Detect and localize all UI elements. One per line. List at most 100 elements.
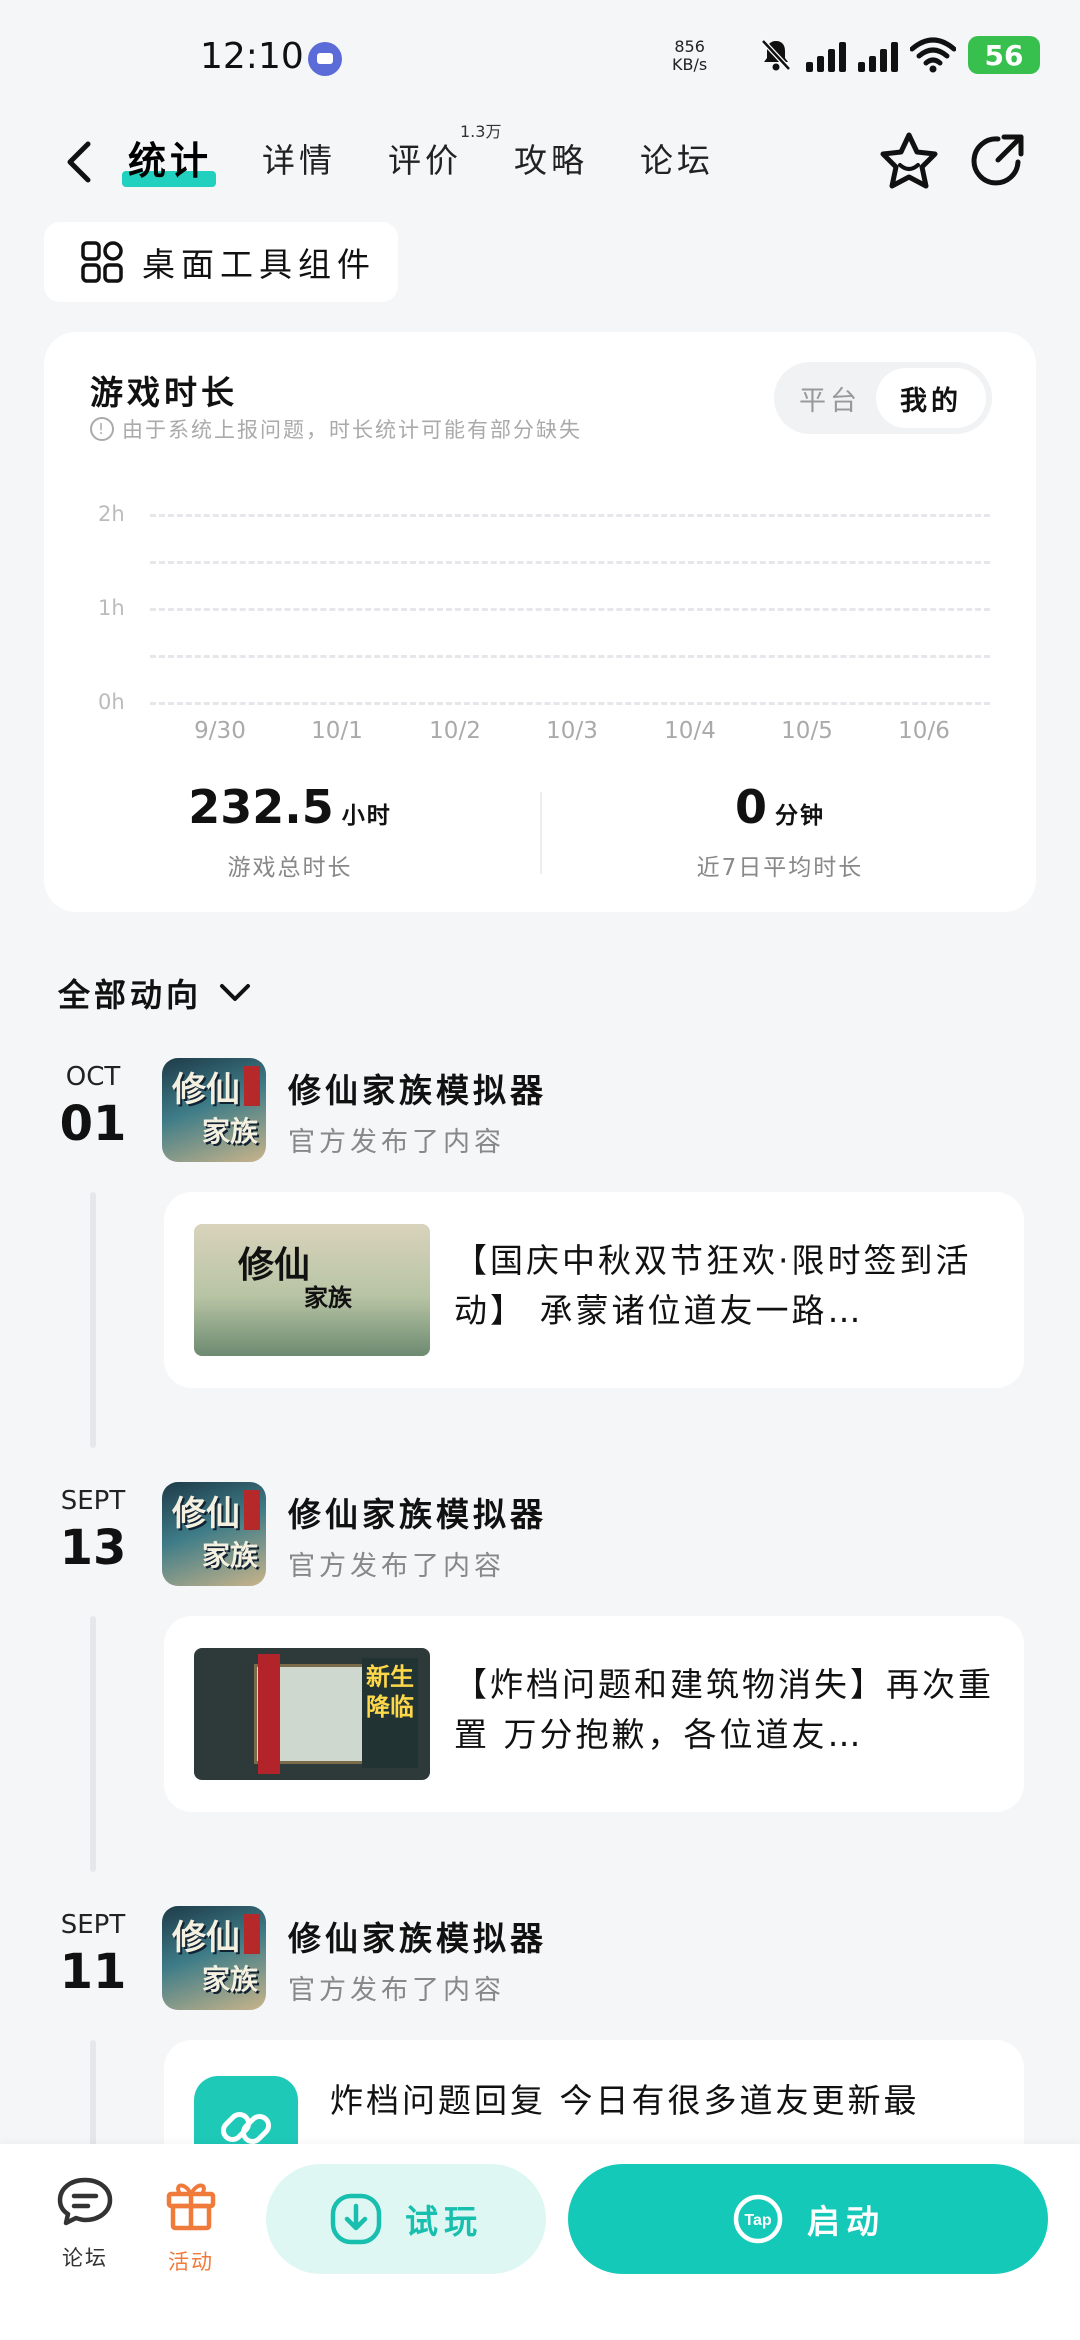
status-time: 12:10: [200, 36, 304, 77]
activity-label: 活动: [168, 2250, 214, 2274]
avg-play-time: 0 分钟 近7日平均时长: [620, 780, 940, 882]
game-avatar-subtitle: 家族: [202, 1963, 259, 1996]
tab-stats[interactable]: 统计: [121, 130, 217, 187]
forum-chat-icon: [57, 2177, 113, 2226]
thumbnail-subtitle: 家族: [304, 1283, 352, 1312]
total-play-time-label: 游戏总时长: [227, 855, 353, 881]
status-bar: 12:10 856 KB/s 56: [0, 0, 1080, 120]
x-axis-label: 10/3: [546, 718, 598, 744]
game-avatar-subtitle: 家族: [202, 1539, 259, 1572]
timeline-line: [90, 1192, 96, 1448]
launch-button[interactable]: Tap 启动: [568, 2164, 1048, 2274]
avg-play-time-unit: 分钟: [775, 803, 825, 829]
post-card[interactable]: 修仙 家族 【国庆中秋双节狂欢·限时签到活动】 承蒙诸位道友一路…: [164, 1192, 1024, 1388]
x-axis-label: 10/2: [429, 718, 481, 744]
forum-button[interactable]: 论坛: [40, 2176, 130, 2272]
x-axis-label: 9/30: [194, 718, 246, 744]
game-avatar-title: 修仙: [172, 1918, 240, 1958]
app-notification-icon: [308, 42, 342, 76]
game-avatar[interactable]: 修仙 家族: [162, 1058, 266, 1162]
gridline: [150, 608, 990, 611]
entry-month: OCT: [65, 1062, 121, 1092]
entry-month: SEPT: [60, 1486, 126, 1516]
net-speed-unit: KB/s: [672, 55, 708, 74]
total-play-time-unit: 小时: [341, 803, 392, 829]
x-axis-label: 10/1: [311, 718, 363, 744]
x-axis-label: 10/4: [664, 718, 716, 744]
entry-action: 官方发布了内容: [288, 1975, 505, 2006]
gridline: [150, 655, 990, 658]
y-axis-label-1h: 1h: [98, 596, 125, 620]
tap-logo-icon: Tap: [733, 2194, 783, 2244]
wifi-icon: [910, 37, 956, 73]
play-time-title: 游戏时长: [90, 373, 238, 412]
x-axis-label: 10/6: [898, 718, 950, 744]
feed-title: 全部动向: [58, 976, 203, 1014]
try-play-label: 试玩: [405, 2202, 483, 2241]
launch-label: 启动: [807, 2202, 885, 2241]
game-avatar[interactable]: 修仙 家族: [162, 1482, 266, 1586]
play-time-note-text: 由于系统上报问题，时长统计可能有部分缺失: [122, 418, 582, 442]
data-source-toggle: 平台 我的: [774, 362, 992, 434]
signal-2-icon: [858, 38, 898, 72]
desktop-widget-label: 桌面工具组件: [142, 245, 376, 284]
gridline: [150, 561, 990, 564]
signal-1-icon: [806, 38, 846, 72]
back-icon: [67, 141, 91, 183]
thumbnail-badge: 新生降临: [362, 1658, 418, 1768]
game-avatar-subtitle: 家族: [202, 1115, 259, 1148]
post-thumbnail: 新生降临: [194, 1648, 430, 1780]
feed-filter-dropdown[interactable]: 全部动向: [58, 970, 252, 1016]
desktop-widget-button[interactable]: 桌面工具组件: [44, 222, 398, 302]
tab-guides[interactable]: 攻略: [514, 134, 588, 182]
avg-play-time-label: 近7日平均时长: [696, 855, 864, 881]
net-speed-value: 856: [674, 37, 705, 56]
game-name[interactable]: 修仙家族模拟器: [288, 1488, 547, 1536]
segment-mine[interactable]: 我的: [876, 368, 986, 428]
post-thumbnail: 修仙 家族: [194, 1224, 430, 1356]
post-text: 【国庆中秋双节狂欢·限时签到活动】 承蒙诸位道友一路…: [454, 1241, 972, 1330]
info-icon: !: [90, 417, 114, 441]
try-play-button[interactable]: 试玩: [266, 2164, 546, 2274]
timeline-line: [90, 2040, 96, 2150]
bottom-action-bar: 论坛 活动 试玩 Tap 启动: [0, 2144, 1080, 2340]
game-avatar-seal: [244, 1066, 260, 1106]
reviews-count-badge: 1.3万: [460, 122, 502, 141]
game-avatar-title: 修仙: [172, 1070, 240, 1110]
mute-icon: [761, 39, 791, 71]
tab-forum[interactable]: 论坛: [640, 134, 714, 182]
post-card[interactable]: 新生降临 【炸档问题和建筑物消失】再次重置 万分抱歉，各位道友…: [164, 1616, 1024, 1812]
gridline: [150, 702, 990, 705]
entry-day: 13: [59, 1520, 127, 1576]
avg-play-time-value: 0: [734, 780, 767, 834]
share-icon: [971, 134, 1024, 186]
gridline: [150, 514, 990, 517]
segment-platform[interactable]: 平台: [780, 368, 880, 428]
battery-indicator: 56: [968, 36, 1040, 74]
game-avatar[interactable]: 修仙 家族: [162, 1906, 266, 2010]
entry-action: 官方发布了内容: [288, 1127, 505, 1158]
total-play-time-value: 232.5: [188, 780, 334, 834]
game-name[interactable]: 修仙家族模拟器: [288, 1064, 547, 1112]
back-button[interactable]: [50, 132, 110, 192]
activity-button[interactable]: 活动: [146, 2176, 236, 2276]
entry-day: 01: [59, 1096, 127, 1152]
net-speed: 856 KB/s: [672, 38, 707, 74]
share-button[interactable]: [962, 126, 1032, 196]
y-axis-label-0h: 0h: [98, 690, 125, 714]
tab-details[interactable]: 详情: [262, 134, 336, 182]
thumbnail-badge-text: 新生降临: [366, 1663, 414, 1721]
star-icon: [880, 132, 938, 189]
x-axis-label: 10/5: [781, 718, 833, 744]
tab-reviews[interactable]: 评价: [388, 134, 462, 182]
top-nav: 统计 详情 评价 1.3万 攻略 论坛: [0, 120, 1080, 210]
forum-label: 论坛: [62, 2246, 108, 2270]
entry-action: 官方发布了内容: [288, 1551, 505, 1582]
entry-day: 11: [59, 1944, 127, 2000]
entry-month: SEPT: [60, 1910, 126, 1940]
favorite-button[interactable]: [874, 126, 944, 196]
game-name[interactable]: 修仙家族模拟器: [288, 1912, 547, 1960]
play-time-card: 游戏时长 ! 由于系统上报问题，时长统计可能有部分缺失 平台 我的 2h 1h …: [44, 332, 1036, 912]
timeline-line: [90, 1616, 96, 1872]
total-play-time: 232.5 小时 游戏总时长: [130, 780, 450, 882]
